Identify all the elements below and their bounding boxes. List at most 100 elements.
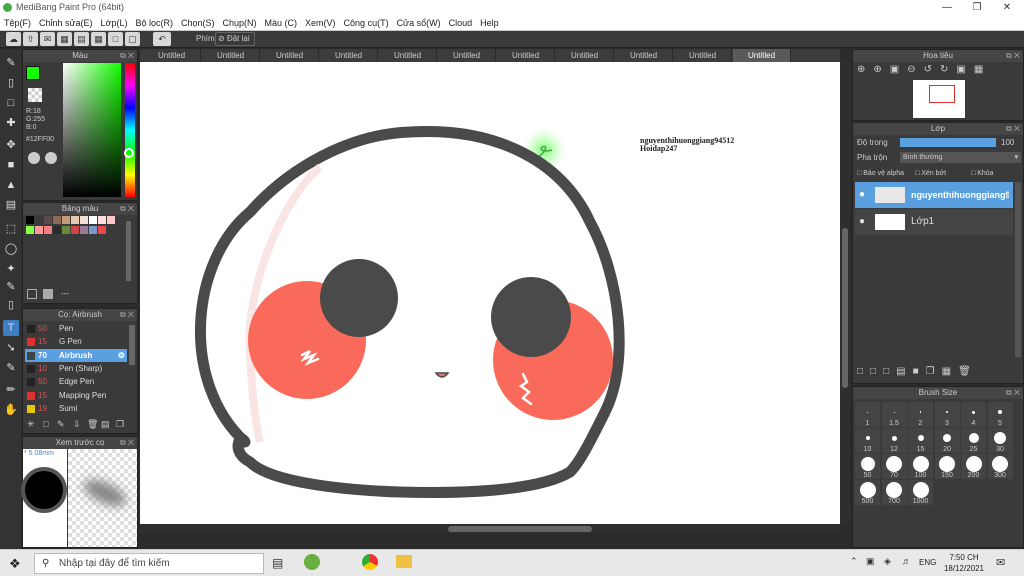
color-picker-icon[interactable] [45, 152, 57, 164]
brush-item[interactable]: 19 Sumi [25, 402, 127, 415]
flip-icon[interactable]: ▦ [974, 64, 991, 75]
document-tab[interactable]: Untitled [556, 49, 614, 62]
rotate-left-icon[interactable]: ↺ [924, 64, 940, 75]
brush-size-option[interactable]: 100 [908, 454, 933, 479]
brush-size-option[interactable]: 30 [987, 428, 1013, 453]
brush-tool-icon[interactable]: ✎ [3, 55, 19, 71]
canvas-vertical-scrollbar[interactable] [840, 62, 850, 524]
opacity-slider[interactable] [900, 138, 996, 147]
brush-item[interactable]: 50 Edge Pen [25, 375, 127, 388]
document-tab[interactable]: Untitled [615, 49, 673, 62]
close-button[interactable]: ✕ [992, 0, 1022, 15]
new-layer-icon[interactable]: □ [857, 366, 870, 377]
magic-wand-icon[interactable]: ✦ [3, 261, 19, 277]
color-swatch[interactable] [35, 226, 43, 234]
select-tool-icon[interactable]: ⬚ [3, 221, 19, 237]
panel-controls-icon[interactable]: ⧉ ✕ [120, 203, 134, 215]
import-brush-icon[interactable]: ⇩ [73, 419, 81, 430]
brush-scrollbar[interactable] [129, 325, 135, 365]
menu-window[interactable]: Cửa sổ(W) [393, 15, 445, 31]
brush-item[interactable]: 15 G Pen [25, 335, 127, 348]
brush-size-option[interactable]: 12 [881, 428, 907, 453]
document-tab[interactable]: Untitled [261, 49, 319, 62]
navigator-thumbnail[interactable] [913, 80, 965, 118]
language-indicator[interactable]: ENG [919, 558, 936, 567]
dot-tool-icon[interactable]: ✚ [3, 115, 19, 131]
color-swatch[interactable] [80, 226, 88, 234]
panel-controls-icon[interactable]: ⧉ ✕ [1006, 123, 1020, 135]
transparent-color[interactable] [28, 88, 42, 102]
document-tab[interactable]: Untitled [438, 49, 496, 62]
color-swatch[interactable] [89, 216, 97, 224]
medibang-taskbar-icon[interactable] [304, 554, 320, 570]
brush-size-option[interactable]: 4 [961, 402, 986, 427]
maximize-button[interactable]: ❐ [962, 0, 992, 15]
panel-controls-icon[interactable]: ⧉ ✕ [1006, 50, 1020, 62]
zoom-in-icon[interactable]: ⊕ [857, 64, 873, 75]
undo-icon[interactable]: ↶ [153, 32, 171, 46]
color-swatch[interactable] [62, 226, 70, 234]
reset-button[interactable]: ⊘ Đặt lại [215, 32, 255, 46]
zoom-in-alt-icon[interactable]: ⊕ [873, 64, 889, 75]
document-tab[interactable]: Untitled [379, 49, 437, 62]
select-eraser-icon[interactable]: ▯ [3, 297, 19, 313]
brush-size-option[interactable]: 1 [855, 402, 880, 427]
brush-size-option[interactable]: 1000 [908, 480, 933, 505]
new-halftone-layer-icon[interactable]: □ [870, 366, 883, 377]
task-view-icon[interactable]: ▤ [272, 556, 283, 570]
panel-controls-icon[interactable]: ⧉ ✕ [120, 50, 134, 62]
rectangle-tool-icon[interactable]: □ [3, 95, 19, 111]
color-swatch[interactable] [62, 216, 70, 224]
color-swatch[interactable] [53, 216, 61, 224]
blend-mode-select[interactable]: Bình thường ▾ [900, 152, 1021, 163]
color-swatch[interactable] [89, 226, 97, 234]
menu-select[interactable]: Chọn(S) [177, 15, 219, 31]
brush-size-option[interactable]: 300 [987, 454, 1013, 479]
zoom-out-icon[interactable]: ⊖ [907, 64, 923, 75]
brush-settings-icon[interactable]: ✎ [57, 419, 65, 430]
document-tab[interactable]: Untitled [320, 49, 378, 62]
tray-chevron-icon[interactable]: ⌃ [850, 556, 858, 567]
brush-size-option[interactable]: 500 [855, 480, 880, 505]
select-pen-icon[interactable]: ✎ [3, 279, 19, 295]
menu-tools[interactable]: Công cụ(T) [340, 15, 393, 31]
visibility-eye-icon[interactable]: ● [859, 209, 865, 235]
file-explorer-icon[interactable] [396, 555, 412, 568]
color-swatch[interactable] [26, 216, 34, 224]
eraser-tool-icon[interactable]: ▯ [3, 75, 19, 91]
brush-size-option[interactable]: 150 [934, 454, 960, 479]
brush-size-option[interactable]: 700 [881, 480, 907, 505]
color-swatch[interactable] [98, 226, 106, 234]
new-palette-icon[interactable] [27, 289, 37, 299]
menu-help[interactable]: Help [476, 15, 503, 31]
move-tool-icon[interactable]: ✥ [3, 137, 19, 153]
gallery-icon[interactable]: ▦ [57, 32, 72, 46]
brush-size-option[interactable]: 15 [908, 428, 933, 453]
menu-layer[interactable]: Lớp(L) [97, 15, 132, 31]
volume-icon[interactable]: ♬ [902, 556, 911, 566]
chrome-taskbar-icon[interactable] [362, 554, 378, 570]
grid-icon[interactable]: ▦ [91, 32, 106, 46]
color-swatch[interactable] [26, 226, 34, 234]
reset-view-icon[interactable]: ▣ [956, 64, 973, 75]
menu-cloud[interactable]: Cloud [445, 15, 477, 31]
menu-filter[interactable]: Bộ lọc(R) [131, 15, 177, 31]
minimize-button[interactable]: — [932, 0, 962, 15]
brush-size-option[interactable]: 1.5 [881, 402, 907, 427]
document-tab[interactable]: Untitled [202, 49, 260, 62]
fill-rect-tool-icon[interactable]: ■ [3, 157, 19, 173]
brush-size-option[interactable]: 2 [908, 402, 933, 427]
color-swatch[interactable] [44, 216, 52, 224]
hue-slider[interactable] [125, 63, 135, 197]
delete-palette-icon[interactable] [43, 289, 53, 299]
fit-icon[interactable]: ▣ [890, 64, 907, 75]
menu-file[interactable]: Tệp(F) [0, 15, 35, 31]
clock[interactable]: 7:50 CH 18/12/2021 [942, 552, 986, 574]
foreground-color[interactable] [26, 66, 40, 80]
brush-size-option[interactable]: 70 [881, 454, 907, 479]
hue-handle[interactable] [124, 148, 134, 158]
duplicate-layer-icon[interactable]: □ [883, 366, 896, 377]
document-tab[interactable]: Untitled [674, 49, 732, 62]
vertical-scroll-thumb[interactable] [842, 228, 848, 388]
add-brush-icon[interactable]: ✳ [27, 419, 35, 430]
